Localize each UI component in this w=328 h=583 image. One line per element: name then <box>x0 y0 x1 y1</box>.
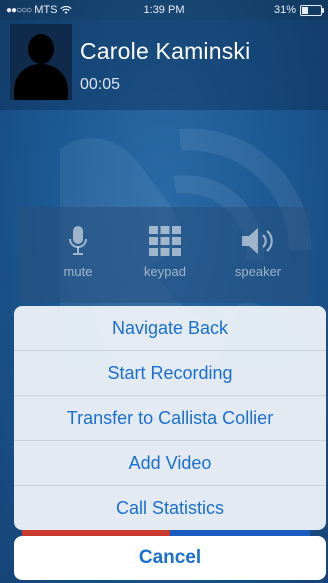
transfer-call-option[interactable]: Transfer to Callista Collier <box>14 396 326 441</box>
navigate-back-option[interactable]: Navigate Back <box>14 306 326 351</box>
add-video-option[interactable]: Add Video <box>14 441 326 486</box>
microphone-icon <box>69 226 87 255</box>
battery-percent: 31% <box>273 4 296 16</box>
call-screen: ●●○○○ MTS 1:39 PM 31% Carole Kaminski 00… <box>0 0 328 583</box>
cancel-button[interactable]: Cancel <box>14 536 326 580</box>
battery-status: 31% <box>273 4 324 16</box>
status-bar: ●●○○○ MTS 1:39 PM 31% <box>0 0 328 20</box>
battery-icon <box>300 4 324 16</box>
speaker-label: speaker <box>234 264 282 279</box>
mute-button[interactable]: mute <box>38 224 118 279</box>
call-statistics-option[interactable]: Call Statistics <box>14 486 326 530</box>
start-recording-option[interactable]: Start Recording <box>14 351 326 396</box>
keypad-icon <box>149 226 181 256</box>
avatar <box>10 24 72 100</box>
action-sheet: Navigate Back Start Recording Transfer t… <box>14 306 326 530</box>
caller-name: Carole Kaminski <box>80 38 251 64</box>
keypad-button[interactable]: keypad <box>125 224 205 279</box>
speaker-icon <box>242 228 273 254</box>
avatar-shoulders <box>14 64 68 100</box>
speaker-button[interactable]: speaker <box>218 224 298 279</box>
keypad-label: keypad <box>144 264 186 279</box>
battery-fill <box>302 6 308 14</box>
call-duration: 00:05 <box>80 76 121 93</box>
avatar-head <box>28 34 54 64</box>
mute-label: mute <box>63 264 93 279</box>
